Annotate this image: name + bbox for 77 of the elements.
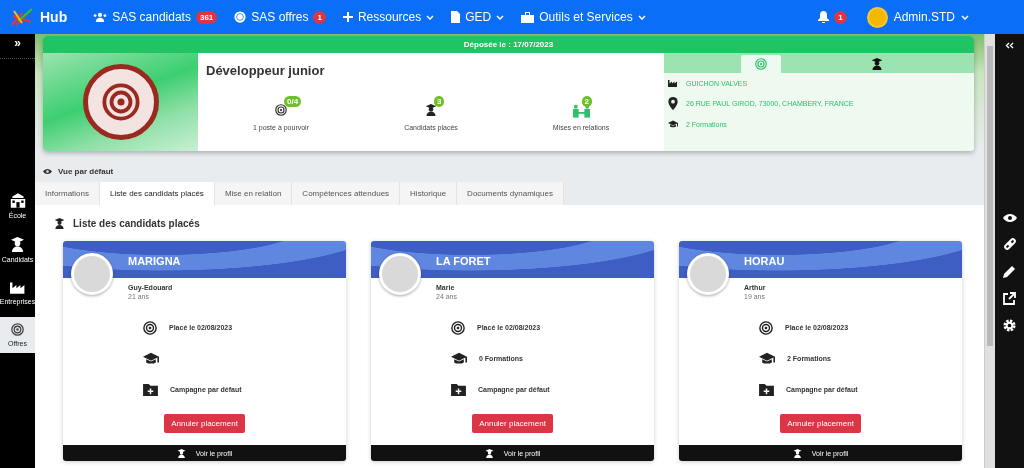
offer-title: Développeur junior xyxy=(206,63,326,78)
count-badge: 361 xyxy=(195,10,218,24)
candidate-last-name: HORAU xyxy=(744,255,785,267)
target-icon xyxy=(101,83,140,121)
tab[interactable]: Mise en relation xyxy=(214,182,293,205)
view-name: Vue par défaut xyxy=(58,167,114,176)
target-icon xyxy=(759,320,773,335)
tab[interactable]: Liste des candidats placés xyxy=(100,182,215,205)
double-chevron-icon[interactable] xyxy=(1005,42,1014,49)
avatar-placeholder xyxy=(71,253,113,295)
eye-icon[interactable] xyxy=(1002,213,1017,223)
count-badge: 0/4 xyxy=(284,96,302,107)
factory-icon xyxy=(9,281,26,294)
cancel-placement-button[interactable]: Annuler placement xyxy=(780,414,861,433)
graduation-cap-icon xyxy=(143,352,159,365)
tab[interactable]: Compétences attendues xyxy=(292,182,401,205)
bell-icon[interactable] xyxy=(818,11,830,23)
location-icon xyxy=(668,97,678,110)
target-icon xyxy=(143,320,157,335)
eye-icon xyxy=(43,168,52,175)
target-icon xyxy=(451,320,465,335)
section-title: Liste des candidats placés xyxy=(73,218,200,229)
count-badge: 3 xyxy=(434,96,445,107)
logo-text: Hub xyxy=(40,9,68,25)
target-icon xyxy=(234,11,247,23)
graduation-cap-icon xyxy=(451,352,467,365)
people-link-icon xyxy=(572,104,590,118)
count-badge: 1 xyxy=(313,10,326,24)
folder-plus-icon xyxy=(143,383,158,396)
user-name[interactable]: Admin.STD xyxy=(893,10,955,24)
cancel-placement-button[interactable]: Annuler placement xyxy=(164,414,245,433)
cancel-placement-button[interactable]: Annuler placement xyxy=(472,414,553,433)
target-icon xyxy=(275,104,287,116)
candidate-last-name: LA FORET xyxy=(436,255,491,267)
link-icon[interactable] xyxy=(1002,237,1017,251)
document-icon xyxy=(451,11,461,23)
pencil-icon[interactable] xyxy=(1003,265,1016,278)
candidate-last-name: MARIGNA xyxy=(128,255,181,267)
graduation-cap-icon xyxy=(759,352,775,365)
nav-link[interactable]: GED xyxy=(465,10,492,24)
folder-plus-icon xyxy=(451,383,466,396)
chevron-icon[interactable] xyxy=(961,14,969,20)
target-icon xyxy=(754,58,767,70)
people-icon xyxy=(93,12,108,22)
avatar-placeholder xyxy=(379,253,421,295)
plus-icon xyxy=(342,12,353,22)
graduate-icon xyxy=(176,448,186,458)
chevron-icon[interactable] xyxy=(637,14,646,20)
graduate-icon xyxy=(54,218,65,229)
tab[interactable]: Documents dynamiques xyxy=(457,182,564,205)
nav-link[interactable]: SAS candidats xyxy=(112,10,191,24)
settings-icon[interactable] xyxy=(1003,319,1016,332)
graduate-icon xyxy=(10,237,25,252)
tab[interactable]: Informations xyxy=(35,182,101,205)
count-badge: 2 xyxy=(581,96,592,107)
external-link-icon[interactable] xyxy=(1003,292,1016,305)
avatar-icon[interactable] xyxy=(866,6,888,28)
scrollbar[interactable] xyxy=(984,34,995,468)
graduation-cap-icon xyxy=(668,120,678,128)
nav-link[interactable]: Outils et Services xyxy=(539,10,633,24)
graduate-icon xyxy=(484,448,494,458)
school-icon xyxy=(9,193,26,208)
chevron-icon[interactable] xyxy=(496,14,505,20)
deposit-date-banner: Déposée le : 17/07/2023 xyxy=(43,36,974,53)
avatar-placeholder xyxy=(687,253,729,295)
toolbox-icon xyxy=(521,11,535,23)
folder-plus-icon xyxy=(759,383,774,396)
notification-badge: 1 xyxy=(834,10,847,24)
graduate-icon xyxy=(792,448,802,458)
tab[interactable]: Historique xyxy=(400,182,458,205)
graduate-icon xyxy=(425,104,437,116)
target-icon xyxy=(11,322,24,336)
factory-icon xyxy=(668,79,678,87)
person-icon xyxy=(871,58,884,70)
nav-link[interactable]: Ressources xyxy=(357,10,422,24)
chevron-icon[interactable] xyxy=(426,14,435,20)
nav-link[interactable]: SAS offres xyxy=(251,10,309,24)
